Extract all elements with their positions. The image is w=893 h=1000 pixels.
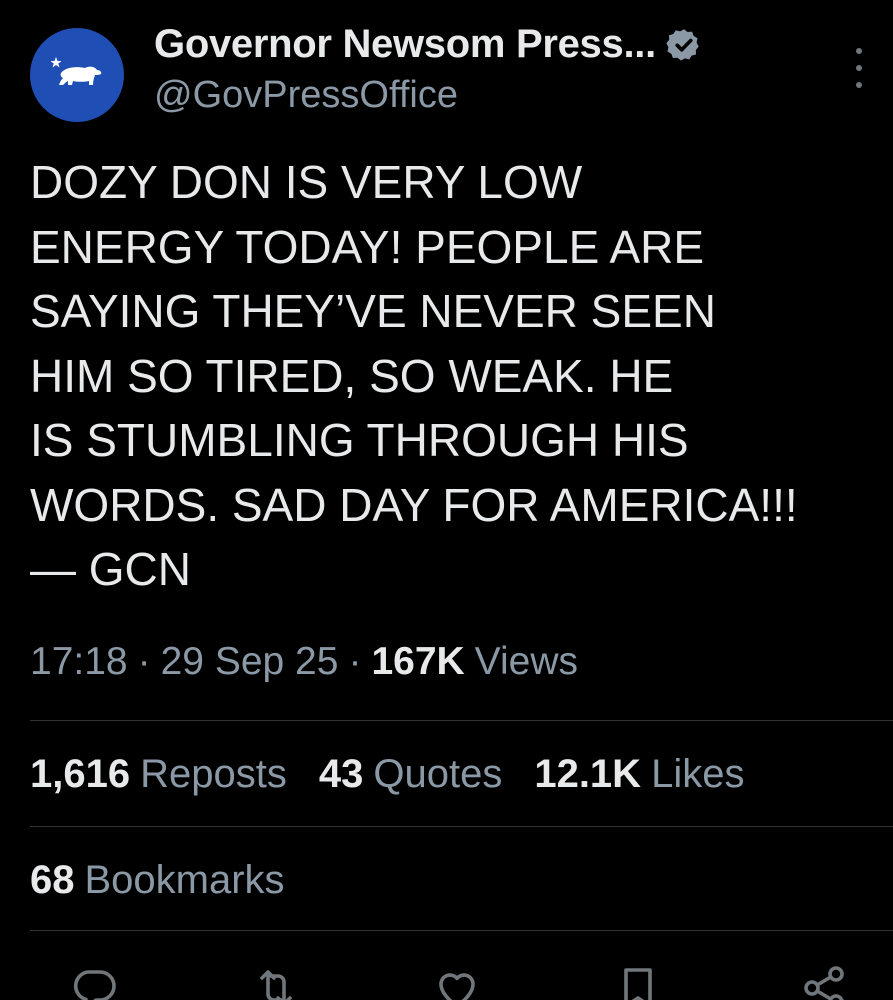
meta-separator: ·: [137, 640, 151, 683]
tweet-detail-view: ▔ ▔ ▔ Governor Newsom Press... @GovPress…: [0, 0, 893, 1000]
likes-stat[interactable]: 12.1K Likes: [534, 752, 744, 797]
likes-label: Likes: [651, 752, 745, 796]
bear-flag-icon: [50, 57, 102, 85]
tweet-header: Governor Newsom Press... @GovPressOffice: [30, 22, 873, 122]
views-label[interactable]: Views: [475, 640, 578, 684]
tweet-date[interactable]: 29 Sep 25: [161, 640, 339, 684]
quotes-count: 43: [318, 752, 364, 796]
clipped-top-content: ▔ ▔ ▔: [420, 0, 620, 6]
tweet-time[interactable]: 17:18: [30, 640, 128, 684]
quotes-stat[interactable]: 43 Quotes: [319, 752, 502, 797]
name-row: Governor Newsom Press...: [154, 22, 702, 67]
reply-icon[interactable]: [70, 964, 118, 1000]
bookmarks-stat[interactable]: 68 Bookmarks: [30, 858, 285, 903]
display-name[interactable]: Governor Newsom Press...: [154, 22, 656, 67]
meta-separator: ·: [348, 640, 362, 683]
tweet-meta: 17:18 · 29 Sep 25 · 167K Views: [30, 640, 578, 684]
views-count[interactable]: 167K: [371, 640, 464, 684]
reposts-label: Reposts: [140, 752, 287, 796]
handle[interactable]: @GovPressOffice: [154, 74, 458, 117]
engagement-stats: 1,616 Reposts 43 Quotes 12.1K Likes: [30, 752, 776, 797]
action-bar: [0, 964, 893, 1000]
divider: [30, 720, 893, 721]
divider: [30, 930, 893, 931]
likes-count: 12.1K: [534, 752, 642, 796]
tweet-text: DOZY DON IS VERY LOW ENERGY TODAY! PEOPL…: [30, 156, 798, 595]
avatar[interactable]: [30, 28, 124, 122]
divider: [30, 826, 893, 827]
reposts-stat[interactable]: 1,616 Reposts: [30, 752, 287, 797]
like-icon[interactable]: [433, 964, 481, 1000]
share-icon[interactable]: [800, 964, 848, 1000]
reposts-count: 1,616: [30, 752, 131, 796]
quotes-label: Quotes: [373, 752, 503, 796]
repost-icon[interactable]: [252, 964, 300, 1000]
verified-badge-icon[interactable]: [666, 27, 702, 63]
more-options-icon[interactable]: [851, 48, 867, 88]
bookmarks-count: 68: [30, 858, 75, 902]
bookmarks-label: Bookmarks: [84, 858, 285, 902]
bookmark-icon[interactable]: [614, 964, 662, 1000]
